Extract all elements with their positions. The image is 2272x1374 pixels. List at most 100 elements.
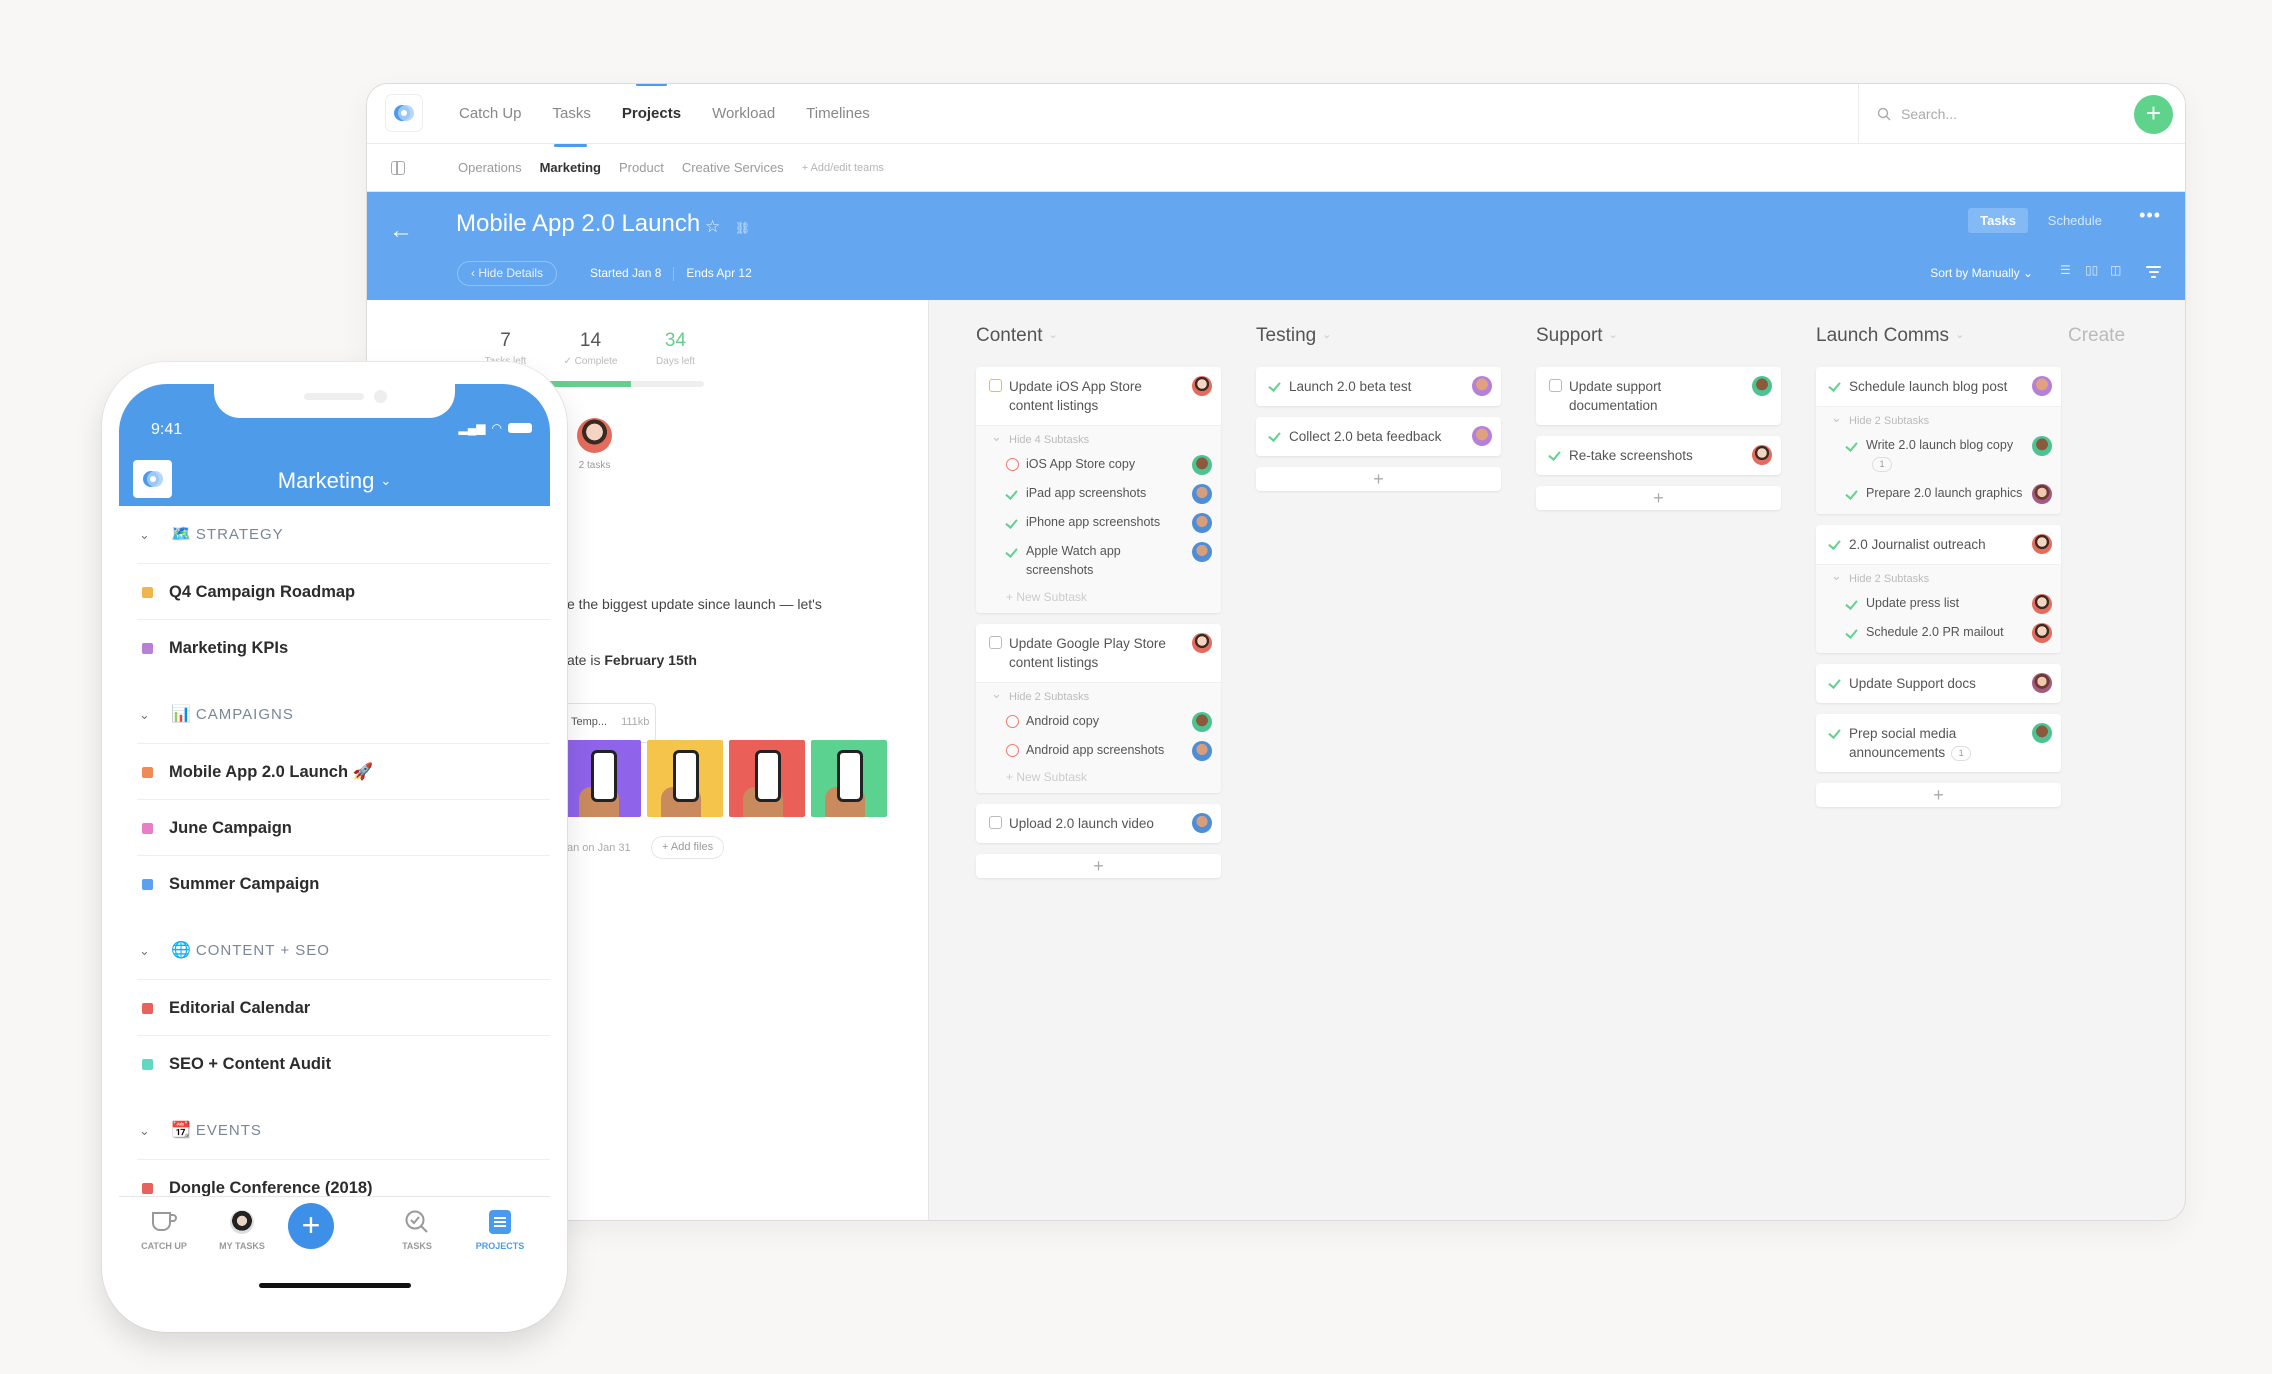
avatar[interactable]	[1192, 376, 1212, 396]
column-title[interactable]: Testing ⌄	[1256, 325, 1331, 347]
checkbox[interactable]	[989, 816, 1002, 829]
section-header[interactable]: ⌄ 📆 EVENTS	[119, 1102, 550, 1159]
team-switcher[interactable]: Marketing ⌄	[119, 468, 550, 494]
checkbox[interactable]	[1549, 379, 1562, 392]
avatar[interactable]	[2032, 594, 2052, 614]
column-title[interactable]: Launch Comms ⌄	[1816, 325, 1964, 347]
subtask-item[interactable]: Prepare 2.0 launch graphics	[1816, 479, 2061, 508]
hide-subtasks-toggle[interactable]: Hide 2 Subtasks	[1816, 568, 2061, 589]
avatar[interactable]	[2032, 673, 2052, 693]
column-title[interactable]: Content ⌄	[976, 325, 1058, 347]
tab-projects[interactable]: PROJECTS	[455, 1205, 545, 1251]
avatar[interactable]	[2032, 723, 2052, 743]
hide-details-button[interactable]: ‹ Hide Details	[457, 261, 558, 286]
project-list-item[interactable]: Mobile App 2.0 Launch 🚀	[137, 743, 550, 799]
hide-subtasks-toggle[interactable]: Hide 2 Subtasks	[976, 686, 1221, 707]
subtask-item[interactable]: Schedule 2.0 PR mailout	[1816, 618, 2061, 647]
add-files-button[interactable]: + Add files	[651, 836, 725, 859]
view-tasks-button[interactable]: Tasks	[1968, 208, 2028, 233]
task-item[interactable]: Update Google Play Store content listing…	[976, 624, 1221, 682]
nav-projects[interactable]: Projects	[622, 84, 681, 144]
task-item[interactable]: Upload 2.0 launch video	[976, 804, 1221, 843]
app-logo[interactable]	[385, 94, 423, 132]
subtask-item[interactable]: Android app screenshots	[976, 736, 1221, 765]
comment-count-badge[interactable]: 1	[1872, 457, 1892, 472]
task-item[interactable]: Update Support docs	[1816, 664, 2061, 703]
add-task-button[interactable]: +	[1536, 486, 1781, 510]
check-icon[interactable]	[1846, 439, 1859, 452]
link-icon[interactable]: ⛓	[735, 221, 750, 235]
attachment-file[interactable]: Temp... 111kb	[562, 703, 656, 743]
new-subtask-button[interactable]: + New Subtask	[976, 585, 1221, 607]
search-input[interactable]	[1901, 106, 2101, 122]
task-item[interactable]: Update support documentation	[1536, 367, 1781, 425]
task-item[interactable]: Launch 2.0 beta test	[1256, 367, 1501, 406]
nav-timelines[interactable]: Timelines	[806, 84, 870, 144]
hide-subtasks-toggle[interactable]: Hide 2 Subtasks	[1816, 410, 2061, 431]
avatar[interactable]	[2032, 534, 2052, 554]
avatar[interactable]	[2032, 436, 2052, 456]
phone-app-logo[interactable]	[133, 460, 172, 498]
task-item[interactable]: Collect 2.0 beta feedback	[1256, 417, 1501, 456]
nav-catch-up[interactable]: Catch Up	[459, 84, 522, 144]
new-subtask-button[interactable]: + New Subtask	[976, 765, 1221, 787]
avatar[interactable]	[1192, 633, 1212, 653]
check-icon[interactable]	[1006, 516, 1019, 529]
avatar[interactable]	[1752, 376, 1772, 396]
team-tab-creative-services[interactable]: Creative Services	[682, 144, 784, 192]
add-new-button[interactable]: +	[2134, 95, 2173, 134]
split-layout-icon[interactable]: ◫	[2110, 264, 2123, 277]
task-item[interactable]: Prep social media announcements 1	[1816, 714, 2061, 772]
sort-by-dropdown[interactable]: Sort by Manually ⌄	[1930, 261, 2033, 286]
avatar[interactable]	[1192, 712, 1212, 732]
hide-subtasks-toggle[interactable]: Hide 4 Subtasks	[976, 429, 1221, 450]
subtask-item[interactable]: Write 2.0 launch blog copy 1	[1816, 431, 2061, 479]
subtask-item[interactable]: iOS App Store copy	[976, 450, 1221, 479]
avatar[interactable]	[1192, 513, 1212, 533]
check-icon[interactable]	[1829, 726, 1842, 739]
tab-my-tasks[interactable]: MY TASKS	[197, 1205, 287, 1251]
subtask-item[interactable]: Update press list	[1816, 589, 2061, 618]
list-layout-icon[interactable]: ☰	[2060, 264, 2073, 277]
image-thumbnail[interactable]	[729, 740, 805, 817]
assignee-summary[interactable]: 2 tasks	[577, 418, 612, 471]
section-header[interactable]: ⌄ 🗺️ STRATEGY	[119, 506, 550, 563]
subtask-item[interactable]: Apple Watch app screenshots	[976, 537, 1221, 585]
project-list-item[interactable]: Editorial Calendar	[137, 979, 550, 1035]
task-item[interactable]: Schedule launch blog post	[1816, 367, 2061, 406]
back-arrow-icon[interactable]: ←	[389, 217, 413, 245]
checkbox[interactable]	[1006, 744, 1019, 757]
avatar[interactable]	[2032, 376, 2052, 396]
checkbox[interactable]	[989, 379, 1002, 392]
avatar[interactable]	[2032, 623, 2052, 643]
sidebar-toggle-icon[interactable]	[391, 161, 405, 175]
avatar[interactable]	[1472, 426, 1492, 446]
view-schedule-button[interactable]: Schedule	[2048, 208, 2102, 233]
check-icon[interactable]	[1846, 597, 1859, 610]
avatar[interactable]	[2032, 484, 2052, 504]
project-list-item[interactable]: Summer Campaign	[137, 855, 550, 922]
avatar[interactable]	[1192, 741, 1212, 761]
checkbox[interactable]	[1006, 458, 1019, 471]
subtask-item[interactable]: iPad app screenshots	[976, 479, 1221, 508]
check-icon[interactable]	[1846, 626, 1859, 639]
comment-count-badge[interactable]: 1	[1951, 746, 1972, 761]
board-layout-icon[interactable]: ▯▯	[2085, 264, 2098, 277]
check-icon[interactable]	[1846, 487, 1859, 500]
image-thumbnail[interactable]	[647, 740, 723, 817]
section-header[interactable]: ⌄ 📊 CAMPAIGNS	[119, 686, 550, 743]
image-thumbnail[interactable]	[811, 740, 887, 817]
nav-tasks[interactable]: Tasks	[553, 84, 591, 144]
home-indicator[interactable]	[259, 1283, 411, 1288]
task-item[interactable]: Re-take screenshots	[1536, 436, 1781, 475]
check-icon[interactable]	[1006, 545, 1019, 558]
subtask-item[interactable]: Android copy	[976, 707, 1221, 736]
add-task-button[interactable]: +	[976, 854, 1221, 878]
add-task-button[interactable]: +	[1816, 783, 2061, 807]
check-icon[interactable]	[1549, 448, 1562, 461]
subtask-item[interactable]: iPhone app screenshots	[976, 508, 1221, 537]
team-tab-marketing[interactable]: Marketing	[540, 144, 601, 192]
check-icon[interactable]	[1269, 379, 1282, 392]
column-title[interactable]: Support ⌄	[1536, 325, 1618, 347]
tab-catch-up[interactable]: CATCH UP	[119, 1205, 209, 1251]
